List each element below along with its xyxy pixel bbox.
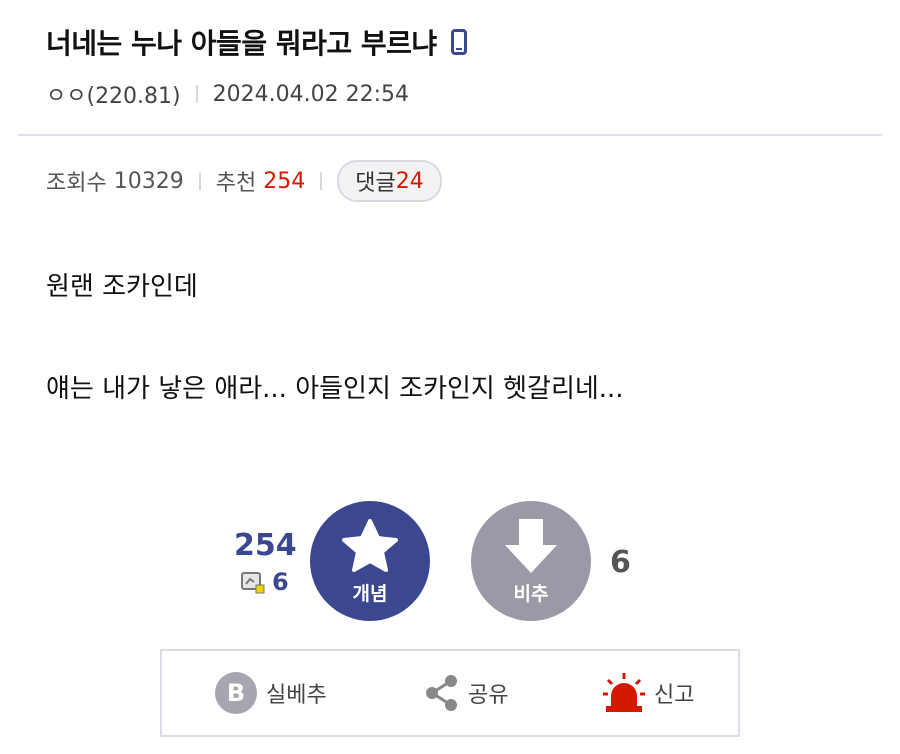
recommend-count: 254	[263, 168, 306, 194]
silbe-recommend-button[interactable]: B 실베추	[214, 651, 327, 735]
post-title: 너네는 누나 아들을 뭐라고 부르냐	[46, 22, 467, 62]
silbe-label: 실베추	[266, 683, 327, 708]
fix-icon	[241, 572, 265, 594]
comments-button[interactable]: 댓글 24	[337, 160, 442, 202]
downvote-count: 6	[610, 545, 631, 580]
post-title-text: 너네는 누나 아들을 뭐라고 부르냐	[46, 27, 437, 60]
downvote-button[interactable]: 비추	[471, 501, 591, 621]
upvote-button[interactable]: 개념	[310, 501, 430, 621]
star-icon	[342, 518, 398, 572]
report-label: 신고	[654, 683, 695, 708]
report-button[interactable]: 신고	[602, 651, 694, 735]
stats-separator	[320, 172, 323, 190]
downvote-label: 비추	[513, 582, 549, 605]
views-count: 10329	[113, 168, 184, 194]
comments-count: 24	[395, 168, 424, 194]
post-stats: 조회수 10329 추천 254 댓글 24	[46, 160, 442, 202]
post-body-line-1: 원랜 조카인데	[46, 272, 198, 302]
header-divider	[18, 134, 882, 136]
svg-text:B: B	[227, 679, 245, 707]
share-button[interactable]: 공유	[424, 651, 508, 735]
siren-icon	[603, 673, 645, 712]
fix-count: 6	[272, 568, 289, 596]
share-label: 공유	[468, 683, 509, 708]
mobile-phone-icon	[450, 29, 467, 55]
author-name[interactable]: ㅇㅇ(220.81)	[46, 78, 181, 110]
views-label: 조회수	[46, 171, 107, 196]
post-action-bar: B 실베추 공유 신고	[160, 649, 740, 737]
fix-recommend: 6	[240, 568, 289, 596]
share-icon	[426, 675, 457, 711]
upvote-count: 254	[234, 528, 297, 563]
upvote-label: 개념	[352, 582, 388, 605]
post-datetime: 2024.04.02 22:54	[212, 81, 409, 107]
arrow-down-icon	[505, 518, 557, 573]
post-body-line-2: 얘는 내가 낳은 애라... 아들인지 조카인지 헷갈리네...	[46, 374, 624, 404]
stats-separator	[198, 172, 201, 190]
post-meta: ㅇㅇ(220.81) 2024.04.02 22:54	[46, 78, 409, 110]
comments-label: 댓글	[355, 171, 396, 196]
recommend-label: 추천	[215, 171, 257, 196]
meta-separator	[195, 85, 198, 103]
b-badge-icon: B	[215, 672, 257, 714]
